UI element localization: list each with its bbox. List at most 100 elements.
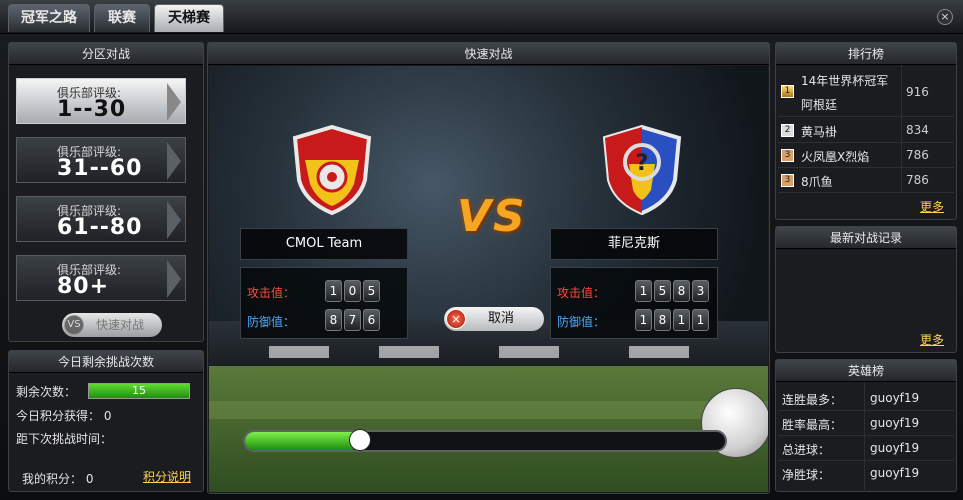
hero-stat-value: guoyf19 bbox=[870, 466, 920, 480]
pitch-stripe bbox=[209, 401, 768, 419]
panel-title: 英雄榜 bbox=[776, 360, 956, 382]
score: 916 bbox=[906, 85, 929, 99]
digit: 1 bbox=[673, 309, 690, 331]
left-team-name: CMOL Team bbox=[240, 228, 408, 260]
digit: 7 bbox=[344, 309, 361, 331]
digit: 8 bbox=[325, 309, 342, 331]
digit: 6 bbox=[363, 309, 380, 331]
hero-stat-label: 总进球： bbox=[782, 443, 831, 457]
hero-row: 胜率最高： guoyf19 bbox=[778, 411, 954, 436]
team-name-line-2: 阿根廷 bbox=[801, 98, 838, 112]
ad-board bbox=[379, 346, 439, 358]
digit: 1 bbox=[325, 280, 342, 302]
defense-value: 1 8 1 1 bbox=[635, 309, 709, 331]
zone-button-3[interactable]: 俱乐部评级: 61--80 bbox=[16, 196, 186, 242]
rank-2-icon: 2 bbox=[781, 124, 794, 137]
football-icon bbox=[349, 429, 371, 451]
quick-battle-label: 快速对战 bbox=[95, 318, 144, 332]
svg-text:?: ? bbox=[636, 151, 649, 176]
top-tab-bar: 冠军之路 联赛 天梯赛 × bbox=[0, 0, 963, 34]
stadium-arena: ? VS CMOL Team 攻击值： 1 0 5 防御值： 8 7 6 菲尼克… bbox=[209, 66, 768, 492]
panel-title: 排行榜 bbox=[776, 43, 956, 65]
digit: 1 bbox=[635, 309, 652, 331]
close-icon[interactable]: × bbox=[937, 9, 953, 25]
score: 786 bbox=[906, 173, 929, 187]
ranking-row: 3 火凤凰X烈焰 786 bbox=[778, 143, 954, 168]
rank-3-icon: 3 bbox=[781, 149, 794, 162]
hero-row: 净胜球： guoyf19 bbox=[778, 461, 954, 486]
recent-battles-panel: 最新对战记录 更多 bbox=[775, 226, 957, 353]
chevron-right-icon bbox=[167, 83, 181, 121]
digit: 5 bbox=[363, 280, 380, 302]
close-icon: × bbox=[446, 309, 466, 329]
defense-value: 8 7 6 bbox=[325, 309, 380, 331]
points-today-label: 今日积分获得： bbox=[16, 409, 101, 423]
hero-stat-label: 胜率最高： bbox=[782, 418, 843, 432]
points-today-value: 0 bbox=[103, 409, 112, 423]
my-points-value: 0 bbox=[85, 472, 94, 486]
quick-battle-button[interactable]: VS 快速对战 bbox=[62, 313, 162, 337]
remaining-label: 剩余次数： bbox=[16, 385, 77, 399]
zone-button-1[interactable]: 俱乐部评级: 1--30 bbox=[16, 78, 186, 124]
matchmaking-progress-bar bbox=[243, 429, 727, 452]
hero-board-panel: 英雄榜 连胜最多： guoyf19 胜率最高： guoyf19 总进球： guo… bbox=[775, 359, 957, 492]
my-points: 我的积分： 0 bbox=[22, 470, 93, 487]
points-today: 今日积分获得： 0 bbox=[16, 407, 111, 424]
hero-stat-value: guoyf19 bbox=[870, 391, 920, 405]
progress-fill bbox=[245, 432, 360, 450]
attack-value: 1 0 5 bbox=[325, 280, 380, 302]
game-window: 冠军之路 联赛 天梯赛 × 分区对战 俱乐部评级: 1--30 俱乐部评级: 3… bbox=[0, 0, 963, 500]
team-name: 14年世界杯冠军 bbox=[801, 74, 889, 88]
rank-3-icon: 3 bbox=[781, 174, 794, 187]
hero-stat-value: guoyf19 bbox=[870, 441, 920, 455]
defense-label: 防御值： bbox=[557, 315, 606, 329]
ranking-more-link[interactable]: 更多 bbox=[920, 198, 944, 215]
vs-icon: VS bbox=[64, 315, 84, 335]
chevron-right-icon bbox=[167, 260, 181, 298]
attack-label: 攻击值： bbox=[557, 286, 606, 300]
hero-row: 连胜最多： guoyf19 bbox=[778, 386, 954, 411]
points-help-text: 积分说明 bbox=[143, 470, 192, 484]
next-challenge-label: 距下次挑战时间： bbox=[16, 432, 113, 446]
zone-button-4[interactable]: 俱乐部评级: 80+ bbox=[16, 255, 186, 301]
my-points-label: 我的积分： bbox=[22, 472, 83, 486]
ad-board bbox=[629, 346, 689, 358]
panel-title: 最新对战记录 bbox=[776, 227, 956, 249]
chevron-right-icon bbox=[167, 201, 181, 239]
digit: 8 bbox=[673, 280, 690, 302]
digit: 8 bbox=[654, 309, 671, 331]
zone-range: 1--30 bbox=[57, 97, 127, 122]
chevron-right-icon bbox=[167, 142, 181, 180]
attack-value: 1 5 8 3 bbox=[635, 280, 709, 302]
points-help-link[interactable]: 积分说明 bbox=[143, 468, 191, 485]
team-name: 火凤凰X烈焰 bbox=[801, 150, 870, 164]
tab-league[interactable]: 联赛 bbox=[94, 4, 150, 32]
zone-button-2[interactable]: 俱乐部评级: 31--60 bbox=[16, 137, 186, 183]
tab-champion-road[interactable]: 冠军之路 bbox=[8, 4, 90, 32]
panel-title: 今日剩余挑战次数 bbox=[9, 351, 203, 373]
cancel-button[interactable]: × 取消 bbox=[444, 307, 544, 331]
score: 834 bbox=[906, 123, 929, 137]
zone-range: 61--80 bbox=[57, 215, 143, 240]
team-name: 8爪鱼 bbox=[801, 175, 833, 189]
recent-more-link[interactable]: 更多 bbox=[920, 331, 944, 348]
digit: 1 bbox=[692, 309, 709, 331]
tab-ladder[interactable]: 天梯赛 bbox=[154, 4, 224, 32]
team-shield-icon bbox=[292, 124, 372, 216]
panel-title: 快速对战 bbox=[208, 43, 769, 65]
digit: 3 bbox=[692, 280, 709, 302]
ranking-panel: 排行榜 1 14年世界杯冠军 阿根廷 916 2 黄马褂 834 3 火凤凰X烈… bbox=[775, 42, 957, 220]
attack-label: 攻击值： bbox=[247, 286, 296, 300]
zone-range: 31--60 bbox=[57, 156, 143, 181]
hero-stat-label: 净胜球： bbox=[782, 468, 831, 482]
remaining-count-bar: 15 bbox=[88, 383, 190, 399]
team-name: 黄马褂 bbox=[801, 125, 838, 139]
cancel-label: 取消 bbox=[487, 311, 514, 326]
ranking-row: 1 14年世界杯冠军 阿根廷 916 bbox=[778, 67, 954, 117]
zone-range: 80+ bbox=[57, 274, 110, 299]
left-team-stats: 攻击值： 1 0 5 防御值： 8 7 6 bbox=[240, 267, 408, 339]
ranking-row: 2 黄马褂 834 bbox=[778, 118, 954, 143]
panel-title: 分区对战 bbox=[9, 43, 203, 65]
score: 786 bbox=[906, 148, 929, 162]
ranking-row: 3 8爪鱼 786 bbox=[778, 168, 954, 193]
